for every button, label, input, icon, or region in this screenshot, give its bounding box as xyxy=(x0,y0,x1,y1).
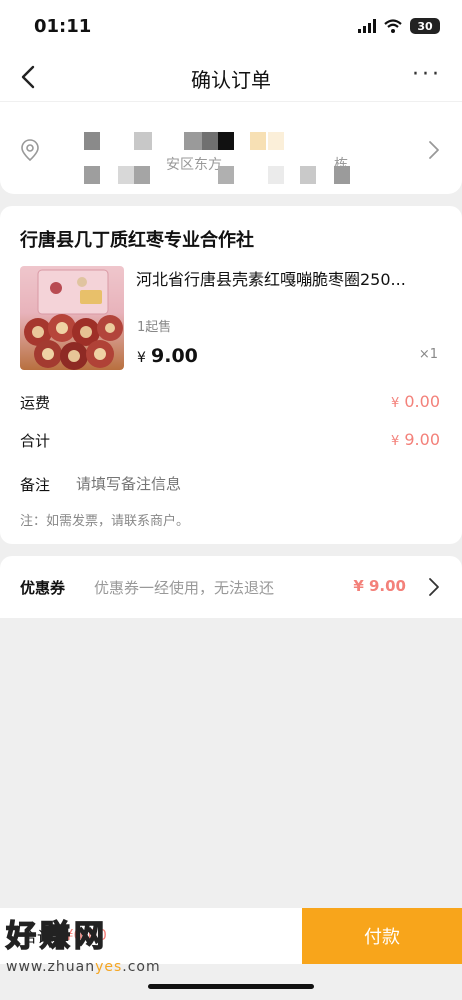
order-card: 行唐县几丁质红枣专业合作社 河北省行唐县壳素红嘎嘣脆枣圈250... 1起售 ¥… xyxy=(0,206,462,544)
status-bar: 01:11 30 xyxy=(0,0,462,52)
subtotal-currency: ¥ xyxy=(391,434,400,449)
address-text: 安区东方 xyxy=(166,157,222,173)
redacted-block xyxy=(134,166,150,184)
signal-icon xyxy=(358,19,376,33)
watermark-url-highlight: yes xyxy=(95,959,123,975)
remark-label: 备注 xyxy=(20,476,51,494)
site-watermark: 好赚网 www.zhuanyes.com xyxy=(5,918,206,986)
redacted-block xyxy=(134,132,152,150)
product-title: 河北省行唐县壳素红嘎嘣脆枣圈250... xyxy=(136,270,406,289)
coupon-label: 优惠券 xyxy=(20,579,66,597)
nav-bar: 确认订单 ··· xyxy=(0,52,462,102)
pay-button[interactable]: 付款 xyxy=(302,908,462,964)
more-options-icon[interactable]: ··· xyxy=(412,62,442,87)
redacted-block xyxy=(118,166,134,184)
min-sale-label: 1起售 xyxy=(137,320,172,335)
redacted-block xyxy=(268,166,284,184)
shop-name: 行唐县几丁质红枣专业合作社 xyxy=(20,230,254,251)
redacted-block xyxy=(268,132,284,150)
redacted-block xyxy=(218,166,234,184)
home-indicator xyxy=(148,984,314,989)
redacted-block xyxy=(84,132,100,150)
redacted-block xyxy=(84,166,100,184)
redacted-block xyxy=(334,166,350,184)
watermark-url-suffix: .com xyxy=(122,959,161,975)
price-currency: ¥ xyxy=(137,350,146,366)
subtotal-amount: 9.00 xyxy=(404,430,440,449)
status-time: 01:11 xyxy=(34,16,92,37)
redacted-block xyxy=(250,132,266,150)
address-card[interactable]: 安区东方 栋 xyxy=(0,102,462,194)
wifi-icon xyxy=(384,19,402,33)
shipping-amount: 0.00 xyxy=(404,392,440,411)
redacted-block xyxy=(184,132,202,150)
watermark-url-prefix: www.zhuan xyxy=(6,959,96,975)
location-pin-icon xyxy=(21,139,39,162)
shipping-label: 运费 xyxy=(20,394,51,412)
invoice-note: 注：如需发票，请联系商户。 xyxy=(20,514,190,529)
chevron-right-icon xyxy=(429,141,439,159)
product-quantity: ×1 xyxy=(418,347,438,362)
battery-icon: 30 xyxy=(410,18,440,34)
product-price: ¥ 9.00 xyxy=(137,345,198,367)
subtotal-value: ¥ 9.00 xyxy=(391,430,440,449)
coupon-tip: 优惠券一经使用，无法退还 xyxy=(94,579,275,597)
coupon-row[interactable]: 优惠券 优惠券一经使用，无法退还 ¥ 9.00 xyxy=(0,556,462,618)
watermark-brand: 好赚网 xyxy=(5,918,108,955)
redacted-block xyxy=(218,132,234,150)
watermark-url: www.zhuanyes.com xyxy=(6,956,206,978)
price-value: 9.00 xyxy=(151,345,198,367)
subtotal-label: 合计 xyxy=(20,432,51,450)
page-title: 确认订单 xyxy=(191,68,271,92)
remark-input[interactable] xyxy=(76,476,376,493)
shipping-currency: ¥ xyxy=(391,396,400,411)
status-icons: 30 xyxy=(358,18,440,34)
product-image xyxy=(20,266,124,370)
redacted-block xyxy=(300,166,316,184)
redacted-block xyxy=(202,132,218,150)
shipping-value: ¥ 0.00 xyxy=(391,392,440,411)
chevron-right-icon xyxy=(429,578,439,596)
coupon-value: ¥ 9.00 xyxy=(353,577,406,595)
